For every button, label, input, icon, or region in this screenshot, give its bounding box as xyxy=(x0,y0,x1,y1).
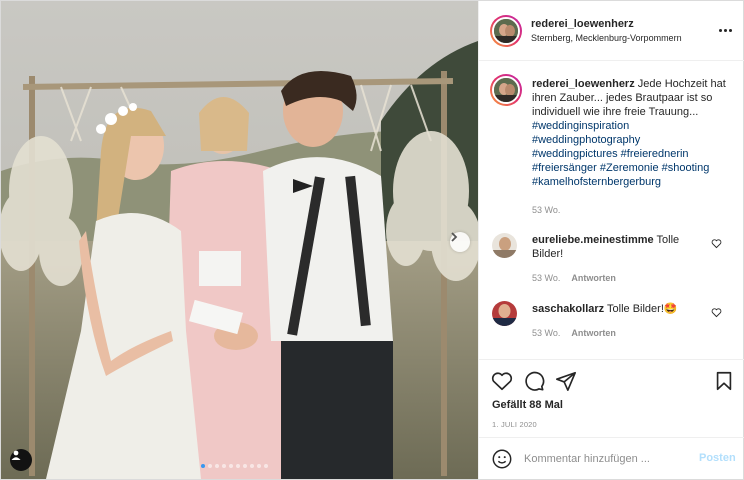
post-actions: Gefällt 88 Mal 1. JULI 2020 xyxy=(479,359,744,435)
post-modal: rederei_loewenherz Sternberg, Mecklenbur… xyxy=(0,0,744,480)
heart-icon[interactable] xyxy=(711,307,722,318)
user-tag-button[interactable] xyxy=(10,449,32,471)
author-avatar[interactable] xyxy=(490,15,522,47)
reply-button[interactable]: Antworten xyxy=(571,273,616,283)
comments-list[interactable]: rederei_loewenherz Jede Hochzeit hat ihr… xyxy=(479,61,744,359)
reply-button[interactable]: Antworten xyxy=(571,328,616,338)
post-date: 1. JULI 2020 xyxy=(492,420,537,429)
comment-username[interactable]: saschakollarz xyxy=(532,303,604,315)
avatar-image xyxy=(492,233,517,258)
carousel-dot xyxy=(201,464,205,468)
comment-avatar[interactable] xyxy=(492,233,517,258)
comment-item: saschakollarz Tolle Bilder!🤩 53 Wo. Antw… xyxy=(532,302,712,340)
carousel-dot xyxy=(250,464,254,468)
hashtag-line[interactable]: #weddingpictures #freierednerin xyxy=(532,147,732,161)
caption: rederei_loewenherz Jede Hochzeit hat ihr… xyxy=(532,77,732,217)
hashtag-line[interactable]: #freiersänger #Zeremonie #shooting xyxy=(532,161,732,175)
heart-icon[interactable] xyxy=(491,370,513,392)
carousel-dot xyxy=(264,464,268,468)
user-tag-icon xyxy=(11,450,21,460)
carousel-dot xyxy=(208,464,212,468)
carousel-dot xyxy=(215,464,219,468)
author-username[interactable]: rederei_loewenherz xyxy=(531,18,634,30)
comment-icon[interactable] xyxy=(523,370,545,392)
carousel-dots xyxy=(201,464,268,468)
caption-avatar[interactable] xyxy=(490,74,522,106)
share-icon[interactable] xyxy=(555,370,577,392)
post-comment-button[interactable]: Posten xyxy=(699,452,736,464)
likes-count[interactable]: Gefällt 88 Mal xyxy=(492,399,563,411)
carousel-next-button[interactable] xyxy=(450,232,470,252)
comment-input[interactable] xyxy=(524,451,689,467)
emoji-icon[interactable] xyxy=(491,448,513,470)
carousel-dot xyxy=(229,464,233,468)
caption-time: 53 Wo. xyxy=(532,205,561,215)
comment-text: Tolle Bilder!🤩 xyxy=(607,303,678,315)
bookmark-icon[interactable] xyxy=(713,370,735,392)
carousel-dot xyxy=(257,464,261,468)
comment-username[interactable]: eureliebe.meinestimme xyxy=(532,234,654,246)
hashtag-line[interactable]: #weddingphotography xyxy=(532,133,732,147)
avatar-image xyxy=(492,301,517,326)
hashtag-line[interactable]: #weddinginspiration xyxy=(532,119,732,133)
chevron-right-icon xyxy=(451,232,458,242)
post-header: rederei_loewenherz Sternberg, Mecklenbur… xyxy=(479,1,744,61)
hashtag-line[interactable]: #kamelhofsternbergerburg xyxy=(532,175,732,189)
heart-icon[interactable] xyxy=(711,238,722,249)
carousel-dot xyxy=(243,464,247,468)
comment-time: 53 Wo. xyxy=(532,273,561,283)
carousel-dot xyxy=(222,464,226,468)
add-comment-bar: Posten xyxy=(479,437,744,479)
avatar-image xyxy=(494,19,518,43)
post-location[interactable]: Sternberg, Mecklenburg-Vorpommern xyxy=(531,33,682,43)
post-details-panel: rederei_loewenherz Sternberg, Mecklenbur… xyxy=(478,1,744,479)
more-icon[interactable] xyxy=(719,25,735,35)
comment-item: eureliebe.meinestimme Tolle Bilder! 53 W… xyxy=(532,233,712,285)
caption-username[interactable]: rederei_loewenherz xyxy=(532,78,635,90)
post-photo[interactable] xyxy=(1,1,478,479)
carousel-dot xyxy=(236,464,240,468)
comment-time: 53 Wo. xyxy=(532,328,561,338)
wedding-photo-illustration xyxy=(1,1,478,479)
avatar-image xyxy=(494,78,518,102)
comment-avatar[interactable] xyxy=(492,301,517,326)
